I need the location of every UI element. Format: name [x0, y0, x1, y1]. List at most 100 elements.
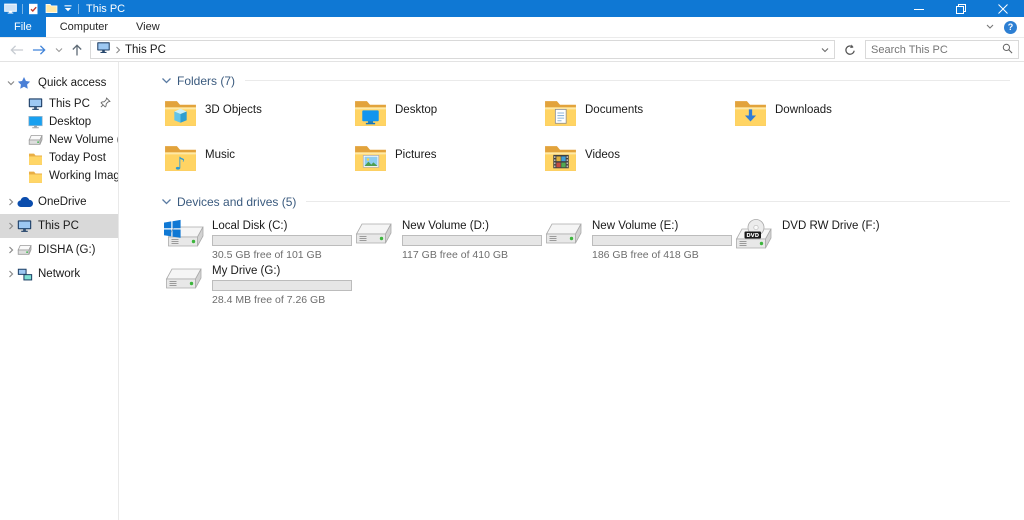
recent-locations-dropdown-icon[interactable] [51, 38, 67, 61]
breadcrumb-chevron-icon[interactable] [115, 41, 121, 59]
monitor-icon [28, 97, 46, 111]
forward-button[interactable] [28, 38, 51, 61]
folder-tile-desktop[interactable]: Desktop [351, 96, 541, 140]
folder-name: 3D Objects [205, 104, 262, 116]
drive-tile-new-volume-e[interactable]: New Volume (E:)186 GB free of 418 GB [541, 217, 731, 261]
sidebar-item-label: This PC [49, 98, 90, 110]
folder-pictures-icon [353, 143, 388, 174]
breadcrumb-this-pc-icon [96, 41, 111, 59]
navigation-pane: Quick access This PC Desktop New Volume (D:… [0, 62, 119, 520]
drive-tile-local-disk-c[interactable]: Local Disk (C:)30.5 GB free of 101 GB [161, 217, 351, 261]
sidebar-item-onedrive[interactable]: OneDrive [0, 190, 118, 214]
drive-info: My Drive (G:)28.4 MB free of 7.26 GB [212, 265, 352, 306]
folder-name: Music [205, 149, 235, 161]
group-label: Devices and drives (5) [177, 195, 296, 209]
address-dropdown-icon[interactable] [815, 41, 834, 58]
tab-view[interactable]: View [122, 17, 174, 37]
star-icon [17, 76, 35, 90]
group-collapse-chevron-icon[interactable] [161, 198, 172, 206]
ribbon-right-controls: ? [985, 17, 1024, 37]
sidebar-item-label: Desktop [49, 116, 91, 128]
free-space-text: 30.5 GB free of 101 GB [212, 249, 352, 261]
network-icon [17, 268, 35, 281]
drive-info: DVD RW Drive (F:) [782, 220, 880, 232]
folder-icon [28, 152, 46, 165]
search-box[interactable] [865, 40, 1019, 59]
breadcrumb[interactable]: This PC [125, 44, 166, 56]
sidebar-item-label: Network [38, 268, 80, 280]
sidebar-item-this-pc[interactable]: This PC [0, 95, 118, 113]
folder-name: Desktop [395, 104, 437, 116]
free-space-text: 117 GB free of 410 GB [402, 249, 542, 261]
collapse-ribbon-chevron-icon[interactable] [985, 18, 995, 36]
folder-tile-pictures[interactable]: Pictures [351, 141, 541, 185]
sidebar-item-disha-g[interactable]: DISHA (G:) [0, 238, 118, 262]
sidebar-item-desktop[interactable]: Desktop [0, 113, 118, 131]
tab-computer[interactable]: Computer [46, 17, 122, 37]
properties-icon[interactable] [28, 3, 39, 15]
qat-separator [78, 4, 79, 14]
capacity-bar [592, 235, 732, 246]
drive-info: Local Disk (C:)30.5 GB free of 101 GB [212, 220, 352, 261]
drive-large-icon [543, 219, 585, 251]
window-controls [898, 0, 1024, 17]
sidebar-item-quick-access[interactable]: Quick access [0, 71, 118, 95]
drive-tile-my-drive-g[interactable]: My Drive (G:)28.4 MB free of 7.26 GB [161, 262, 351, 306]
drive-windows-icon [163, 219, 205, 251]
search-icon[interactable] [1002, 41, 1013, 59]
drive-name: New Volume (D:) [402, 220, 542, 232]
sidebar-item-today-post[interactable]: Today Post [0, 149, 118, 167]
qat-dropdown-icon[interactable] [64, 5, 72, 12]
drive-icon [17, 244, 35, 256]
sidebar-item-this-pc[interactable]: This PC [0, 214, 118, 238]
folder-documents-icon [543, 98, 578, 129]
minimize-button[interactable] [898, 0, 940, 17]
group-header-folders-7: Folders (7) [161, 73, 1016, 88]
back-button[interactable] [5, 38, 28, 61]
up-button[interactable] [67, 38, 87, 61]
expander-chevron-down-icon[interactable] [4, 78, 17, 88]
drive-tile-new-volume-d[interactable]: New Volume (D:) 117 GB free of 410 GB [351, 217, 541, 261]
sidebar-item-label: DISHA (G:) [38, 244, 96, 256]
expander-chevron-right-icon[interactable] [4, 245, 17, 255]
group-collapse-chevron-icon[interactable] [161, 77, 172, 85]
sidebar-item-label: Quick access [38, 77, 106, 89]
folder-name: Documents [585, 104, 643, 116]
drive-name: New Volume (E:) [592, 220, 732, 232]
new-folder-icon[interactable] [45, 3, 58, 14]
folder-tile-videos[interactable]: Videos [541, 141, 731, 185]
folder-name: Downloads [775, 104, 832, 116]
monitor-icon [17, 219, 35, 233]
address-bar[interactable]: This PC [90, 40, 835, 59]
search-input[interactable] [871, 44, 1002, 56]
folder-name: Pictures [395, 149, 437, 161]
folder-tile-3d-objects[interactable]: 3D Objects [161, 96, 351, 140]
ribbon-tab-row: File Computer View ? [0, 17, 1024, 38]
sidebar-item-label: Working Images [49, 170, 118, 182]
expander-chevron-right-icon[interactable] [4, 221, 17, 231]
expander-chevron-right-icon[interactable] [4, 269, 17, 279]
sidebar-item-working-images[interactable]: Working Images [0, 167, 118, 185]
titlebar: This PC [0, 0, 1024, 17]
group-divider [306, 201, 1010, 202]
group-header-devices-and-drives-5: Devices and drives (5) [161, 194, 1016, 209]
sidebar-item-network[interactable]: Network [0, 262, 118, 286]
folder-tile-downloads[interactable]: Downloads [731, 96, 921, 140]
drive-icon [28, 134, 46, 146]
refresh-icon[interactable] [840, 40, 860, 59]
sidebar-item-label: This PC [38, 220, 79, 232]
cloud-icon [17, 197, 35, 208]
folder-tile-music[interactable]: ♪Music [161, 141, 351, 185]
folder-tile-documents[interactable]: Documents [541, 96, 731, 140]
help-icon[interactable]: ? [1004, 21, 1017, 34]
expander-chevron-right-icon[interactable] [4, 197, 17, 207]
folder-desktop-icon [353, 98, 388, 129]
close-button[interactable] [982, 0, 1024, 17]
tab-file[interactable]: File [0, 17, 46, 37]
capacity-bar [212, 235, 352, 246]
content-area: Quick access This PC Desktop New Volume (D:… [0, 62, 1024, 520]
maximize-restore-button[interactable] [940, 0, 982, 17]
sidebar-item-new-volume-d[interactable]: New Volume (D:) [0, 131, 118, 149]
dvd-icon: DVD [733, 219, 775, 253]
drive-tile-dvd-rw-drive-f[interactable]: DVD DVD RW Drive (F:) [731, 217, 921, 261]
